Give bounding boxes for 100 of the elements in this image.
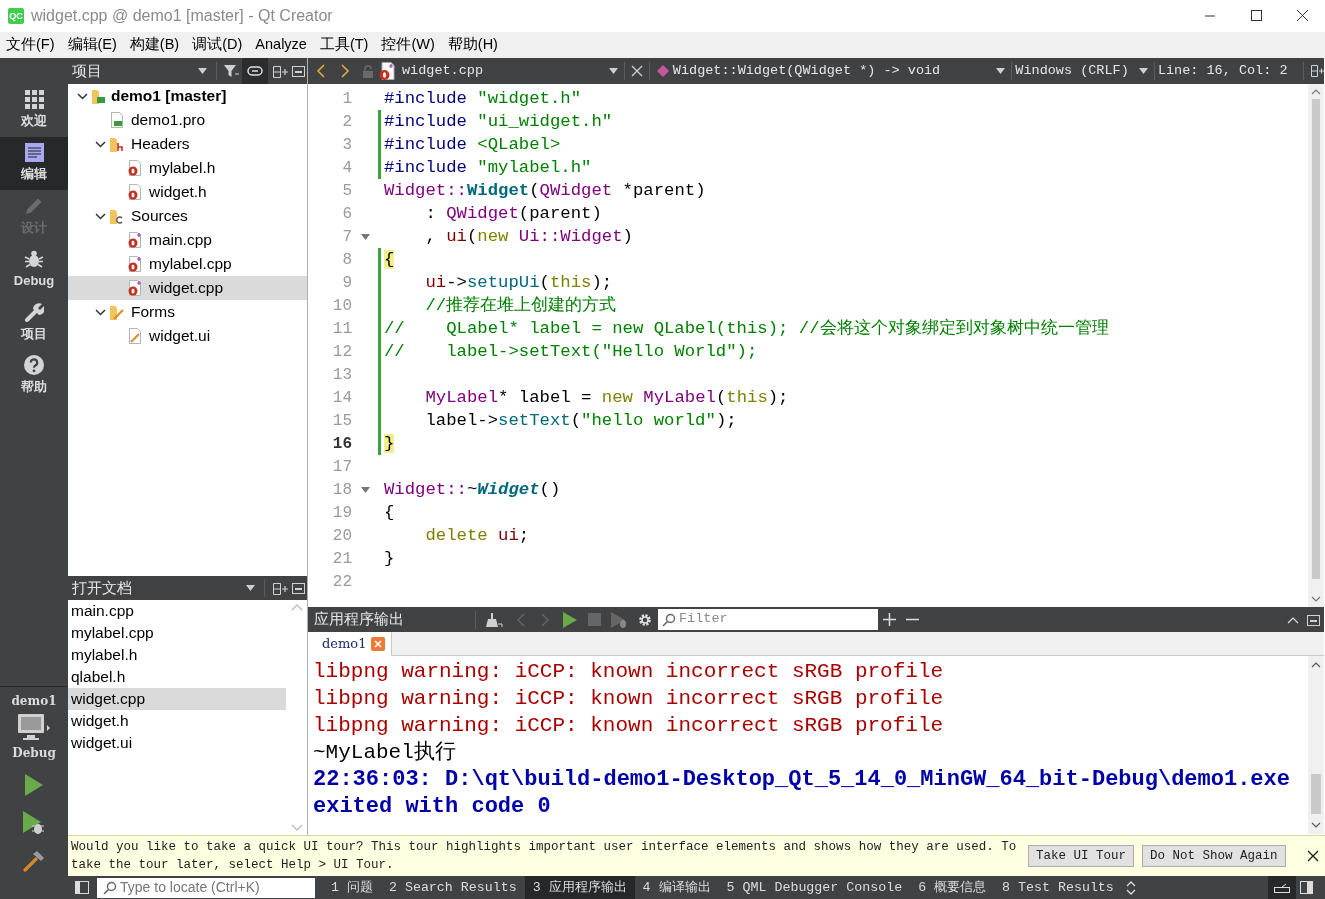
scroll-down-icon[interactable] — [1311, 596, 1321, 602]
caret-icon[interactable] — [996, 68, 1006, 74]
monitor-icon[interactable] — [17, 712, 51, 741]
tree-item[interactable]: main.cpp — [68, 228, 307, 252]
progress-toggle-icon[interactable] — [1274, 882, 1290, 893]
tree-item[interactable]: Headers — [68, 132, 307, 156]
close-pane-icon[interactable] — [292, 582, 305, 594]
mode-button[interactable]: 欢迎 — [0, 84, 68, 137]
scroll-down-icon[interactable] — [1311, 822, 1321, 828]
line-number: 20 — [331, 525, 352, 547]
chevron-icon[interactable] — [94, 210, 106, 222]
source-file-icon — [127, 255, 143, 273]
chevron-icon[interactable] — [94, 306, 106, 318]
run-icon[interactable] — [563, 611, 577, 628]
line-ending-selector[interactable]: Windows (CRLF) — [1015, 60, 1139, 82]
clean-icon[interactable] — [485, 611, 503, 628]
caret-icon[interactable] — [246, 585, 255, 591]
split-icon[interactable] — [1310, 64, 1324, 78]
tree-item[interactable]: widget.h — [68, 180, 307, 204]
tree-item[interactable]: widget.ui — [68, 324, 307, 348]
document-item[interactable]: mylabel.h — [68, 644, 286, 666]
menu-item[interactable]: 构建(B) — [123, 34, 187, 56]
symbol-selector[interactable]: Widget::Widget(QWidget *) -> void — [672, 60, 997, 82]
line-number: 12 — [331, 341, 352, 363]
filter-icon[interactable] — [223, 64, 239, 78]
kit-build-label[interactable]: Debug — [12, 743, 56, 762]
pane-button[interactable]: 3 应用程序输出 — [524, 876, 635, 899]
menu-item[interactable]: 文件(F) — [0, 34, 62, 56]
tour-button[interactable]: Do Not Show Again — [1142, 844, 1286, 868]
menu-item[interactable]: 帮助(H) — [441, 34, 505, 56]
sidebar-toggle-icon[interactable] — [75, 881, 89, 894]
debug-run-icon[interactable] — [23, 811, 45, 835]
fold-icon[interactable] — [360, 486, 370, 493]
pane-button[interactable]: 5 QML Debugger Console — [718, 876, 911, 899]
close-pane-icon[interactable] — [1307, 614, 1320, 626]
sidebar-toggle-icon[interactable] — [1300, 881, 1313, 894]
tree-item[interactable]: demo1.pro — [68, 108, 307, 132]
kit-project-label[interactable]: demo1 — [11, 691, 57, 710]
link-icon[interactable] — [247, 66, 263, 76]
folder-icon — [109, 207, 125, 225]
tour-button[interactable]: Take UI Tour — [1028, 844, 1134, 868]
chevron-icon[interactable] — [76, 90, 88, 102]
mode-button[interactable]: 编辑 — [0, 137, 68, 190]
menu-item[interactable]: 控件(W) — [375, 34, 442, 56]
code-line: #include "widget.h" — [383, 87, 582, 110]
chevron-icon[interactable] — [94, 138, 106, 150]
file-selector[interactable]: widget.cpp — [402, 60, 609, 82]
document-item[interactable]: qlabel.h — [68, 666, 286, 688]
up-down-icon[interactable] — [1125, 880, 1136, 895]
split-icon[interactable] — [272, 581, 288, 596]
mode-button[interactable]: 项目 — [0, 296, 68, 349]
document-item[interactable]: mylabel.cpp — [68, 622, 286, 644]
code-line: // QLabel* label = new QLabel(this); //会将这个对象绑定到对象树中统一管理 — [383, 317, 1109, 340]
caret-icon[interactable] — [1138, 68, 1148, 74]
line-number: 10 — [331, 295, 352, 317]
document-item[interactable]: widget.h — [68, 710, 286, 732]
line-number: 13 — [331, 364, 352, 386]
caret-icon[interactable] — [198, 68, 207, 74]
split-icon[interactable] — [272, 64, 288, 79]
scroll-up-icon[interactable] — [1311, 662, 1321, 668]
output-tab[interactable]: demo1 — [308, 632, 393, 656]
tree-item[interactable]: mylabel.cpp — [68, 252, 307, 276]
hammer-icon[interactable] — [23, 850, 45, 872]
close-icon[interactable] — [1307, 850, 1319, 862]
pane-button[interactable]: 6 概要信息 — [910, 876, 995, 899]
scrollbar-thumb[interactable] — [1312, 99, 1320, 579]
maximize-pane-icon[interactable] — [1287, 615, 1299, 624]
forward-icon[interactable] — [340, 64, 350, 78]
document-item[interactable]: widget.cpp — [68, 688, 286, 710]
pane-button[interactable]: 2 Search Results — [380, 876, 525, 899]
tree-item[interactable]: widget.cpp — [68, 276, 307, 300]
fold-icon[interactable] — [360, 233, 370, 240]
run-icon[interactable] — [25, 774, 43, 796]
scroll-up-icon[interactable] — [1311, 89, 1321, 95]
menu-item[interactable]: 编辑(E) — [61, 34, 124, 56]
mode-button[interactable]: Debug — [0, 243, 68, 296]
document-item[interactable]: widget.ui — [68, 732, 286, 754]
menu-item[interactable]: 工具(T) — [313, 34, 376, 56]
menu-item[interactable]: 调试(D) — [186, 34, 250, 56]
pane-button[interactable]: 4 编译输出 — [634, 876, 719, 899]
tree-item[interactable]: Sources — [68, 204, 307, 228]
output-line: 22:36:03: D:\qt\build-demo1-Desktop_Qt_5_14_0_MinGW_64_bit-Debug\demo1.exe exited with code 0 — [313, 766, 1291, 820]
caret-icon[interactable] — [608, 68, 618, 74]
pane-button[interactable]: 1 问题 — [323, 876, 381, 899]
attach-debugger-icon[interactable] — [611, 611, 627, 628]
scrollbar-thumb[interactable] — [1311, 774, 1321, 814]
back-icon[interactable] — [316, 64, 326, 78]
mode-button[interactable]: 帮助 — [0, 349, 68, 402]
tree-item[interactable]: Forms — [68, 300, 307, 324]
tree-item[interactable]: demo1 [master] — [68, 84, 307, 108]
tree-item[interactable]: mylabel.h — [68, 156, 307, 180]
menu-item[interactable]: Analyze — [249, 34, 314, 56]
settings-icon[interactable] — [638, 612, 652, 627]
zoom-in-icon[interactable] — [883, 613, 896, 626]
pane-title: 应用程序输出 — [313, 609, 405, 630]
pane-button[interactable]: 8 Test Results — [994, 876, 1122, 899]
document-item[interactable]: main.cpp — [68, 600, 286, 622]
close-pane-icon[interactable] — [292, 65, 305, 77]
cursor-position[interactable]: Line: 16, Col: 2 — [1157, 60, 1301, 82]
project-file-icon — [109, 111, 125, 129]
